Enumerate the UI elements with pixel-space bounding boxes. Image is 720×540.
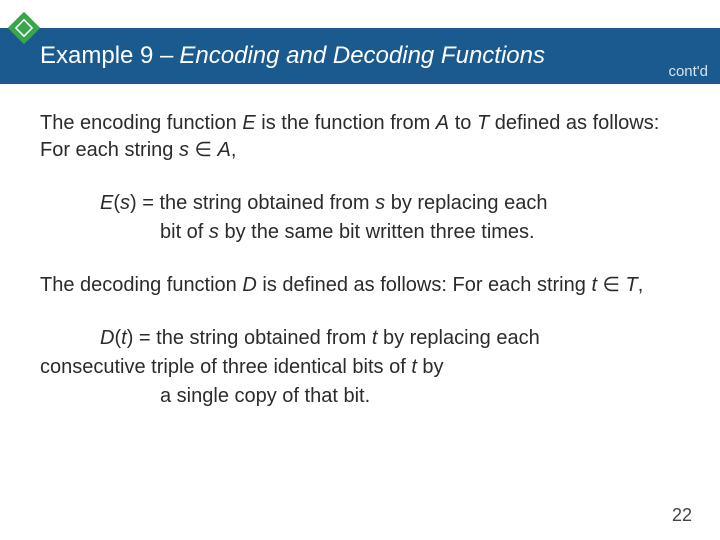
text: to [449,112,477,134]
var-s: s [375,192,385,214]
title-topic: Encoding and Decoding Functions [179,42,545,70]
text: ) = the string obtained from [130,192,375,214]
diamond-icon [4,8,44,48]
text: ) = the string obtained from [127,327,372,349]
text: , [638,274,644,296]
text: a single copy of that bit. [160,385,370,407]
title-bar: Example 9 – Encoding and Decoding Functi… [0,28,720,84]
var-s: s [179,139,189,161]
slide-content: The encoding function E is the function … [40,110,674,410]
text: ( [113,192,120,214]
title-example-label: Example 9 – [40,42,173,70]
encoding-eq-line1: E(s) = the string obtained from s by rep… [100,190,674,217]
text: by [417,356,444,378]
text: by replacing each [377,327,539,349]
text: , [231,139,237,161]
text: The decoding function [40,274,242,296]
text: is defined as follows: For each string [257,274,592,296]
var-T: T [626,274,638,296]
page-number: 22 [672,505,692,526]
text: consecutive triple of three identical bi… [40,356,411,378]
var-E: E [100,192,113,214]
contd-label: cont'd [668,63,708,80]
text: ∈ [189,139,218,161]
decoding-eq-line3: a single copy of that bit. [160,383,674,410]
var-A: A [436,112,449,134]
var-s: s [120,192,130,214]
text: is the function from [256,112,436,134]
var-A: A [218,139,231,161]
text: by replacing each [385,192,547,214]
text: by the same bit written three times. [219,221,535,243]
text: bit of [160,221,209,243]
encoding-eq-line2: bit of s by the same bit written three t… [160,219,674,246]
var-D: D [100,327,114,349]
decoding-eq-line1: D(t) = the string obtained from t by rep… [100,325,674,352]
var-D: D [242,274,256,296]
text: ∈ [597,274,626,296]
var-T: T [477,112,489,134]
paragraph-decoding-def: The decoding function D is defined as fo… [40,272,674,299]
paragraph-encoding-def: The encoding function E is the function … [40,110,674,164]
var-E: E [242,112,255,134]
decoding-eq-line2: consecutive triple of three identical bi… [40,354,674,381]
text: The encoding function [40,112,242,134]
var-s: s [209,221,219,243]
